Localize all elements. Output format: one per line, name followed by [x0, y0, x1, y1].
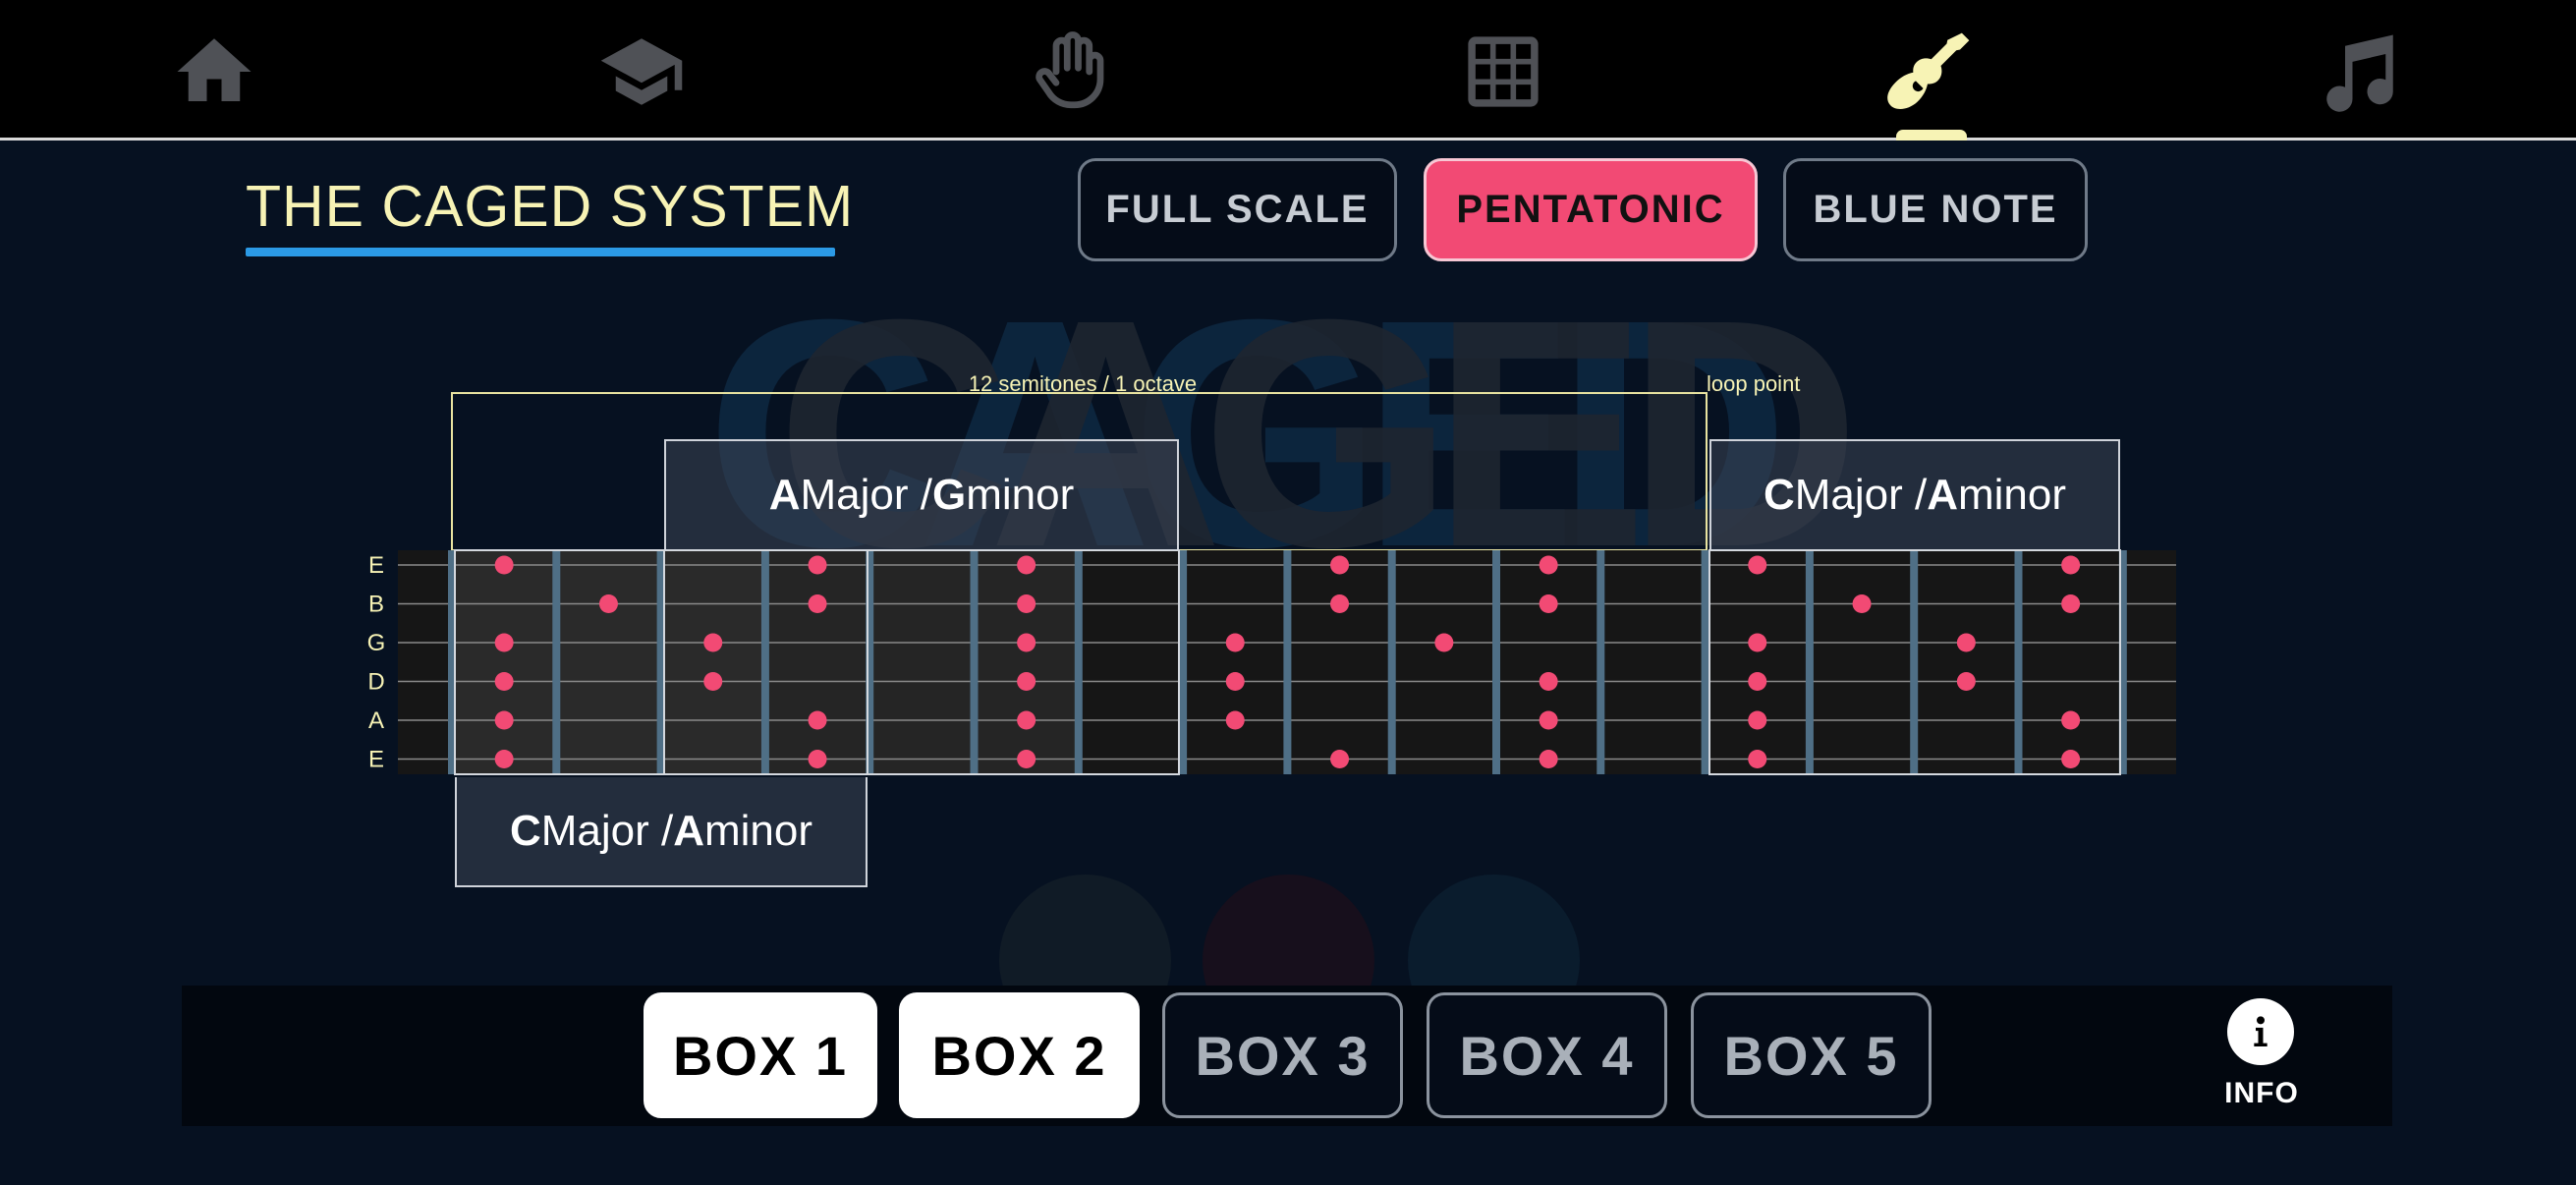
fret-wire [1701, 550, 1709, 774]
note-dot [1539, 710, 1558, 730]
hand-icon [1036, 31, 1104, 109]
box-highlight-zone [764, 550, 1077, 774]
note-dot [1017, 672, 1036, 691]
fret-wire [1074, 550, 1083, 774]
note-dot [1225, 672, 1245, 691]
fret-wire [1910, 550, 1919, 774]
string-label: D [367, 669, 384, 696]
note-dot [1852, 594, 1872, 613]
note-dot [1017, 710, 1036, 730]
fret-wire [1283, 550, 1292, 774]
note-dot [703, 633, 723, 652]
info-label: INFO [2224, 1077, 2299, 1109]
note-dot [808, 594, 827, 613]
note-dot [1539, 555, 1558, 575]
note-dot [1956, 672, 1976, 691]
note-dot [1539, 750, 1558, 768]
note-dot [1330, 594, 1350, 613]
note-dot [1539, 672, 1558, 691]
note-dot [1956, 633, 1976, 652]
grid-icon [1468, 36, 1539, 107]
note-dot [703, 672, 723, 691]
fret-wire [1179, 550, 1188, 774]
note-dot [1330, 750, 1350, 768]
string-label: G [367, 630, 386, 656]
nav-guitar[interactable] [1886, 28, 1975, 116]
note-dot [2061, 750, 2081, 768]
note-dot [494, 555, 514, 575]
note-dot [1748, 710, 1767, 730]
string-label: B [368, 592, 384, 618]
string-label: A [368, 707, 384, 734]
box-label-a-major: A Major / G minor [664, 439, 1179, 549]
string-label: E [368, 552, 384, 579]
note-dot [1017, 555, 1036, 575]
note-dot [1434, 633, 1454, 652]
nav-music[interactable] [2316, 28, 2404, 116]
nav-grid[interactable] [1459, 28, 1547, 116]
note-dot [494, 672, 514, 691]
note-dot [1748, 555, 1767, 575]
note-dot [1330, 555, 1350, 575]
note-dot [1225, 633, 1245, 652]
note-dot [494, 633, 514, 652]
box-3-button[interactable]: BOX 3 [1162, 992, 1403, 1118]
info-button[interactable]: INFO [2222, 998, 2301, 1114]
nav-hand[interactable] [1027, 28, 1115, 116]
string-label: E [368, 747, 384, 773]
fret-wire [2014, 550, 2023, 774]
note-dot [2061, 594, 2081, 613]
note-dot [1539, 594, 1558, 613]
guitar-icon [1887, 32, 1970, 109]
note-dot [1748, 633, 1767, 652]
top-navigation [0, 0, 2576, 143]
home-icon [177, 38, 252, 101]
box-5-button[interactable]: BOX 5 [1691, 992, 1932, 1118]
blue-note-button[interactable]: BLUE NOTE [1783, 158, 2088, 261]
note-dot [2061, 710, 2081, 730]
fret-wire [552, 550, 561, 774]
note-dot [1017, 750, 1036, 768]
full-scale-button[interactable]: FULL SCALE [1078, 158, 1397, 261]
octave-annotation: 12 semitones / 1 octave [969, 371, 1197, 396]
note-dot [1017, 594, 1036, 613]
note-dot [808, 710, 827, 730]
box-2-button[interactable]: BOX 2 [899, 992, 1140, 1118]
note-dot [598, 594, 618, 613]
fret-wire [1805, 550, 1814, 774]
fret-wire [1596, 550, 1605, 774]
box-label-c-major-bottom: C Major / A minor [455, 777, 868, 887]
note-dot [2061, 555, 2081, 575]
fret-wire [1492, 550, 1500, 774]
info-icon [2227, 998, 2294, 1065]
fret-wire [760, 550, 769, 774]
note-dot [808, 750, 827, 768]
box-label-c-major-top: C Major / A minor [1709, 439, 2120, 549]
note-dot [494, 710, 514, 730]
box-1-button[interactable]: BOX 1 [644, 992, 877, 1118]
loop-point-annotation: loop point [1707, 371, 1800, 396]
note-dot [808, 555, 827, 575]
nav-learn[interactable] [597, 28, 686, 116]
music-note-icon [2326, 34, 2393, 112]
fret-wire [1387, 550, 1396, 774]
note-dot [494, 750, 514, 768]
box-4-button[interactable]: BOX 4 [1427, 992, 1667, 1118]
page-title: THE CAGED SYSTEM [246, 174, 855, 239]
note-dot [1748, 672, 1767, 691]
pentatonic-button[interactable]: PENTATONIC [1424, 158, 1758, 261]
nav-home[interactable] [170, 28, 258, 116]
note-dot [1017, 633, 1036, 652]
note-dot [1225, 710, 1245, 730]
graduation-cap-icon [600, 38, 683, 105]
fret-wire [970, 550, 979, 774]
note-dot [1748, 750, 1767, 768]
